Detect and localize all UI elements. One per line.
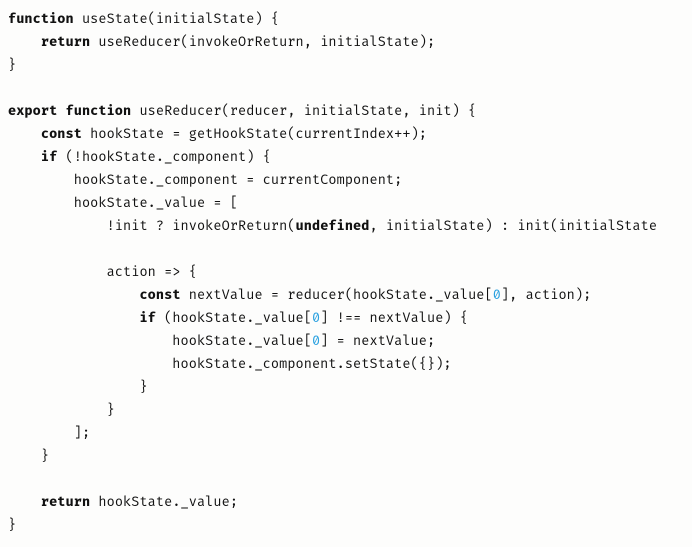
code-token <box>8 35 41 51</box>
code-token: 0 <box>312 311 320 327</box>
code-token: const <box>41 127 82 143</box>
code-token: hookState._component.setState({}); <box>8 357 452 373</box>
code-token: } <box>8 58 16 74</box>
code-token: useState(initialState) { <box>74 12 279 28</box>
code-token: ] !== nextValue) { <box>320 311 468 327</box>
code-token: } <box>8 449 49 465</box>
code-token: undefined <box>296 219 370 235</box>
code-token: return <box>41 495 90 511</box>
code-token <box>8 311 139 327</box>
code-token: const <box>139 288 180 304</box>
code-token: if <box>41 150 57 166</box>
code-token: useReducer(reducer, initialState, init) … <box>131 104 476 120</box>
code-token: hookState._value[ <box>8 334 312 350</box>
code-token: function <box>8 12 74 28</box>
code-token: nextValue = reducer(hookState._value[ <box>181 288 493 304</box>
code-token: !init ? invokeOrReturn( <box>8 219 296 235</box>
code-token: ]; <box>8 426 90 442</box>
code-token: (!hookState._component) { <box>57 150 271 166</box>
code-token: ] = nextValue; <box>320 334 435 350</box>
code-token: action => { <box>8 265 197 281</box>
code-block: function useState(initialState) { return… <box>0 0 692 547</box>
code-token: 0 <box>493 288 501 304</box>
code-token: hookState = getHookState(currentIndex++)… <box>82 127 427 143</box>
code-token: } <box>8 403 115 419</box>
code-token <box>8 150 41 166</box>
code-token <box>8 495 41 511</box>
code-token: , initialState) : init(initialState <box>370 219 658 235</box>
code-token: hookState._value; <box>90 495 238 511</box>
code-token: } <box>8 380 148 396</box>
code-token: if <box>139 311 155 327</box>
code-token: hookState._component = currentComponent; <box>8 173 402 189</box>
code-token: ], action); <box>501 288 591 304</box>
code-token <box>8 127 41 143</box>
code-token: (hookState._value[ <box>156 311 312 327</box>
code-token <box>8 288 139 304</box>
code-token: } <box>8 518 16 534</box>
code-token: hookState._value = [ <box>8 196 238 212</box>
code-token: return <box>41 35 90 51</box>
code-token: useReducer(invokeOrReturn, initialState)… <box>90 35 435 51</box>
code-token: export function <box>8 104 131 120</box>
code-token: 0 <box>312 334 320 350</box>
